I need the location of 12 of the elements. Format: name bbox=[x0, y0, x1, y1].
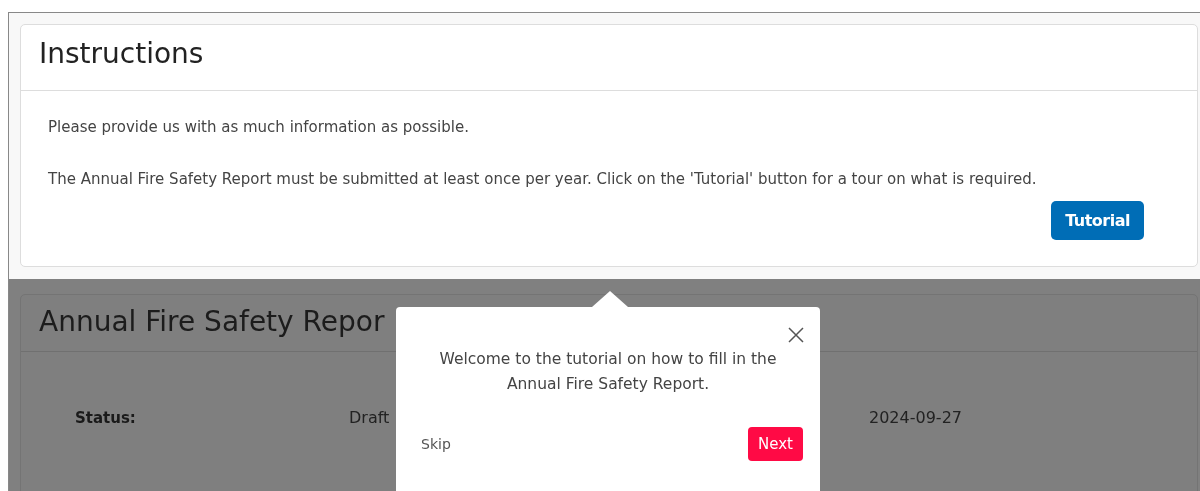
next-button[interactable]: Next bbox=[748, 427, 803, 461]
instruction-text: Please provide us with as much information as possible. bbox=[48, 117, 470, 137]
popover-message: Welcome to the tutorial on how to fill in the Annual Fire Safety Report. bbox=[438, 349, 778, 395]
field-value: Draft bbox=[349, 408, 391, 427]
field-label: Status: bbox=[75, 408, 137, 427]
close-icon[interactable] bbox=[788, 327, 804, 343]
instruction-text: The Annual Fire Safety Report must be submitted at least once per year. Click on the 'Tutorial' button for a tour on what is required. bbox=[48, 169, 1038, 189]
date-value: 2024-09-27 bbox=[869, 408, 963, 427]
card-title: Annual Fire Safety Repor bbox=[39, 305, 385, 338]
skip-button[interactable]: Skip bbox=[421, 436, 451, 452]
tutorial-button[interactable]: Tutorial bbox=[1051, 201, 1144, 240]
card-title: Instructions bbox=[39, 37, 204, 70]
